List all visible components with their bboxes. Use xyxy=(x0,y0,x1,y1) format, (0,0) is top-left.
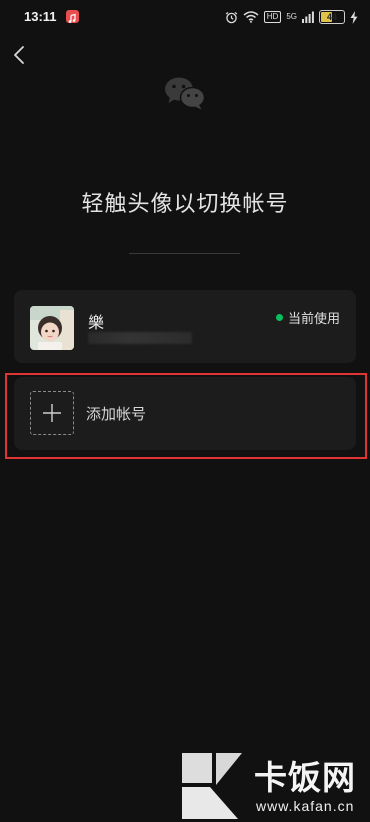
current-account-badge: 当前使用 xyxy=(275,308,340,327)
account-name: 樂 xyxy=(88,313,105,332)
wifi-icon xyxy=(243,11,259,23)
battery-level: 44 xyxy=(326,12,337,22)
page-title: 轻触头像以切换帐号 xyxy=(81,192,289,217)
back-button[interactable] xyxy=(10,44,30,66)
status-dot xyxy=(275,314,283,321)
charging-icon xyxy=(350,10,358,24)
status-time: 13:11 xyxy=(24,9,57,24)
avatar[interactable] xyxy=(30,306,74,350)
music-app-icon xyxy=(66,10,79,23)
wechat-logo-icon xyxy=(164,76,206,110)
kafan-logo-icon xyxy=(182,753,242,819)
signal-label: 5G xyxy=(286,12,297,21)
account-item-current[interactable]: 樂 当前使用 xyxy=(14,290,356,363)
status-bar: 13:11 HD 5G 44 xyxy=(0,0,370,34)
hd-badge: HD xyxy=(263,11,282,23)
add-account-button[interactable]: 添加帐号 xyxy=(14,377,356,450)
status-icons: HD 5G 44 xyxy=(225,8,358,26)
title-divider xyxy=(129,253,240,254)
add-account-label: 添加帐号 xyxy=(86,405,147,423)
watermark-url: www.kafan.cn xyxy=(256,798,355,814)
plus-icon xyxy=(30,391,74,435)
chevron-left-icon xyxy=(14,46,24,64)
account-id-redacted xyxy=(88,332,192,344)
watermark-brand: 卡饭网 xyxy=(254,758,356,797)
signal-icon xyxy=(302,11,314,23)
current-status-label: 当前使用 xyxy=(287,312,340,327)
watermark: 卡饭网 www.kafan.cn xyxy=(180,745,370,822)
battery-icon: 44 xyxy=(319,10,345,24)
alarm-icon xyxy=(225,11,237,23)
